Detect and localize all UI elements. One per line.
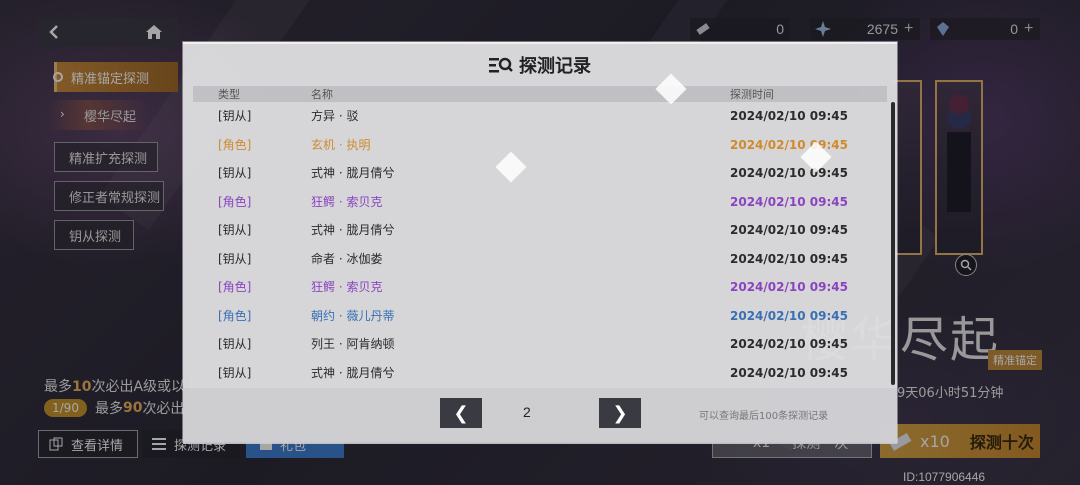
record-row: [角色] 朝约 · 薇儿丹蒂 2024/02/10 09:45 — [193, 302, 887, 331]
record-row: [角色] 狂鳄 · 索贝克 2024/02/10 09:45 — [193, 273, 887, 302]
record-name: 朝约 · 薇儿丹蒂 — [311, 308, 395, 323]
record-row: [钥从] 方异 · 驳 2024/02/10 09:45 — [193, 102, 887, 131]
chevron-left-icon: ❮ — [453, 402, 469, 424]
record-type: [角色] — [218, 308, 252, 323]
record-name: 狂鳄 · 索贝克 — [311, 280, 383, 294]
record-type: [钥从] — [218, 365, 252, 380]
table-header: 类型 名称 探测时间 — [193, 86, 887, 102]
scrollbar[interactable] — [891, 102, 895, 385]
record-name: 命者 · 冰伽娄 — [311, 251, 383, 266]
record-type: [钥从] — [218, 109, 252, 123]
record-type: [角色] — [218, 194, 252, 209]
record-row: [钥从] 式神 · 胧月倩兮 2024/02/10 09:45 — [193, 159, 887, 188]
record-time: 2024/02/10 09:45 — [730, 223, 848, 237]
record-name: 式神 · 胧月倩兮 — [311, 166, 395, 180]
record-type: [钥从] — [218, 166, 252, 180]
dialog-header: 探测记录 — [183, 44, 897, 86]
record-type: [钥从] — [218, 251, 252, 266]
probe-record-dialog: 探测记录 类型 名称 探测时间 [钥从] 方异 · 驳 2024/02/10 09:… — [183, 42, 897, 444]
record-time: 2024/02/10 09:45 — [730, 337, 848, 351]
record-type: [角色] — [218, 137, 252, 152]
record-name: 列王 · 阿肯纳顿 — [311, 337, 395, 351]
record-time: 2024/02/10 09:45 — [730, 194, 848, 209]
pagination-bar: ❮ 2 ❯ 可以查询最后100条探测记录 — [183, 388, 897, 444]
record-time: 2024/02/10 09:45 — [730, 365, 848, 380]
page-number: 2 — [523, 404, 531, 420]
column-header-type: 类型 — [218, 88, 240, 101]
record-type: [角色] — [218, 280, 252, 294]
record-time: 2024/02/10 09:45 — [730, 280, 848, 294]
record-name: 玄机 · 执明 — [311, 137, 371, 152]
list-search-icon — [489, 57, 513, 73]
pagination-hint: 可以查询最后100条探测记录 — [699, 411, 829, 422]
record-row: [角色] 狂鳄 · 索贝克 2024/02/10 09:45 — [193, 188, 887, 217]
column-header-time: 探测时间 — [730, 88, 774, 101]
dialog-title: 探测记录 — [519, 56, 591, 77]
record-name: 式神 · 胧月倩兮 — [311, 365, 395, 380]
record-name: 狂鳄 · 索贝克 — [311, 194, 383, 209]
record-type: [钥从] — [218, 223, 252, 237]
record-name: 方异 · 驳 — [311, 109, 359, 123]
next-page-button[interactable]: ❯ — [599, 398, 641, 428]
record-row: [钥从] 式神 · 胧月倩兮 2024/02/10 09:45 — [193, 359, 887, 388]
record-row: [钥从] 式神 · 胧月倩兮 2024/02/10 09:45 — [193, 216, 887, 245]
prev-page-button[interactable]: ❮ — [440, 398, 482, 428]
record-row: [钥从] 列王 · 阿肯纳顿 2024/02/10 09:45 — [193, 330, 887, 359]
chevron-right-icon: ❯ — [612, 402, 628, 424]
record-time: 2024/02/10 09:45 — [730, 251, 848, 266]
record-type: [钥从] — [218, 337, 252, 351]
record-row: [钥从] 命者 · 冰伽娄 2024/02/10 09:45 — [193, 245, 887, 274]
record-time: 2024/02/10 09:45 — [730, 109, 848, 123]
record-name: 式神 · 胧月倩兮 — [311, 223, 395, 237]
record-time: 2024/02/10 09:45 — [730, 166, 848, 180]
record-row: [角色] 玄机 · 执明 2024/02/10 09:45 — [193, 131, 887, 160]
column-header-name: 名称 — [311, 88, 333, 101]
record-list[interactable]: [钥从] 方异 · 驳 2024/02/10 09:45 [角色] 玄机 · 执明 202… — [193, 102, 887, 387]
record-time: 2024/02/10 09:45 — [730, 308, 848, 323]
